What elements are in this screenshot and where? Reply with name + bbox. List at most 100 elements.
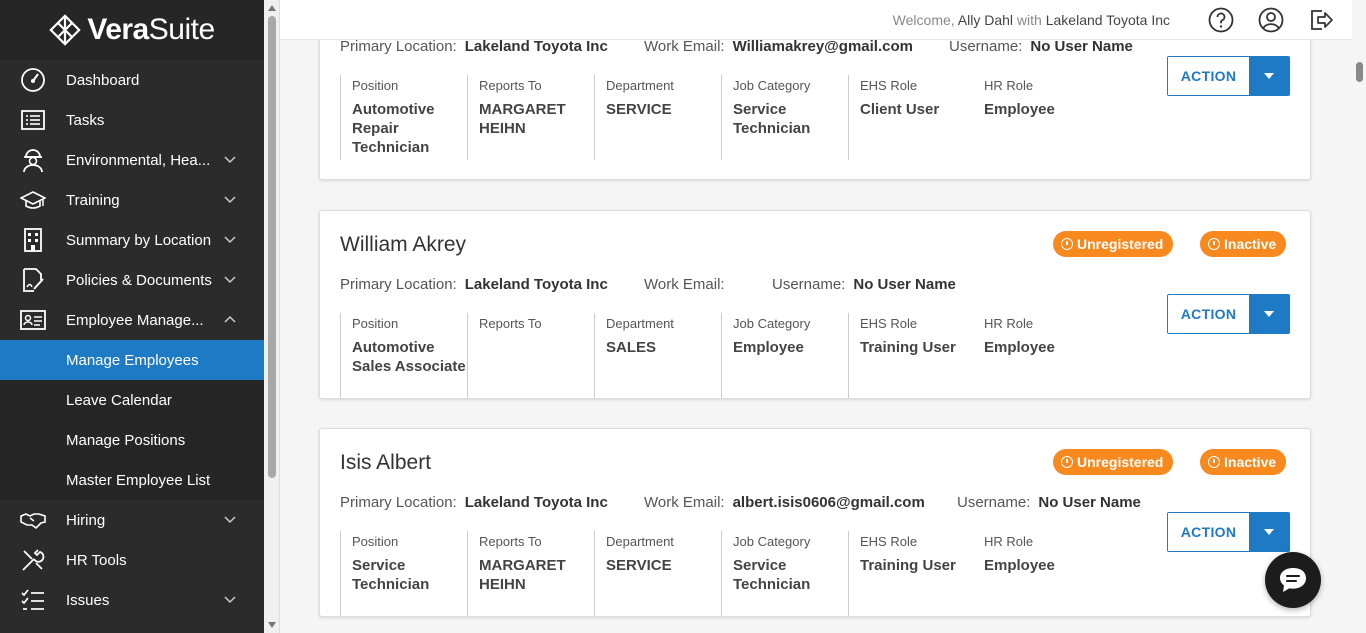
sidebar-item-hiring[interactable]: Hiring bbox=[0, 500, 264, 540]
sidebar-item-label: Hiring bbox=[66, 511, 106, 529]
caret-down-icon bbox=[1264, 529, 1274, 535]
brand-name: VeraSuite bbox=[87, 13, 215, 46]
department-value: SERVICE bbox=[606, 101, 672, 118]
status-badge-inactive: Inactive bbox=[1200, 231, 1287, 257]
top-header: Welcome, Ally Dahl with Lakeland Toyota … bbox=[280, 0, 1352, 40]
employee-info-row: Primary Location: Lakeland Toyota Inc Work… bbox=[340, 276, 956, 293]
sidebar-item-hr-tools[interactable]: HR Tools bbox=[0, 540, 264, 580]
graduation-cap-icon bbox=[20, 187, 46, 213]
info-icon bbox=[1208, 238, 1220, 250]
department-value: SERVICE bbox=[606, 557, 672, 574]
status-badge-inactive: Inactive bbox=[1200, 449, 1287, 475]
sidebar-item-training[interactable]: Training bbox=[0, 180, 264, 220]
action-button[interactable]: ACTION bbox=[1167, 294, 1290, 334]
hr-role-value: Employee bbox=[984, 339, 1055, 356]
sidebar-item-issues[interactable]: Issues bbox=[0, 580, 264, 620]
hr-role-value: Employee bbox=[984, 101, 1055, 118]
chevron-down-icon bbox=[224, 516, 236, 524]
welcome-text: Welcome, Ally Dahl with Lakeland Toyota … bbox=[892, 11, 1170, 28]
sidebar-item-label: Policies & Documents bbox=[66, 271, 212, 289]
chevron-down-icon bbox=[224, 156, 236, 164]
status-badge-unregistered: Unregistered bbox=[1053, 231, 1174, 257]
action-dropdown-toggle[interactable] bbox=[1249, 513, 1289, 551]
document-pen-icon bbox=[20, 267, 46, 293]
ehs-role-value: Training User bbox=[860, 557, 956, 574]
sidebar-subitem-leave-calendar[interactable]: Leave Calendar bbox=[0, 380, 264, 420]
sidebar-item-label: Summary by Location bbox=[66, 231, 212, 249]
caret-down-icon bbox=[1264, 73, 1274, 79]
reports-to-value: MARGARET HEIHN bbox=[479, 557, 566, 593]
user-profile-icon[interactable] bbox=[1258, 7, 1284, 33]
employee-details: Position Automotive Repair Technician Rep… bbox=[340, 75, 1102, 160]
hr-role-value: Employee bbox=[984, 557, 1055, 574]
sidebar-subitem-master-employee-list[interactable]: Master Employee List bbox=[0, 460, 264, 500]
sidebar-item-tasks[interactable]: Tasks bbox=[0, 100, 264, 140]
sidebar-subitem-manage-employees[interactable]: Manage Employees bbox=[0, 340, 264, 380]
help-icon[interactable] bbox=[1208, 7, 1234, 33]
scroll-up-arrow-icon[interactable] bbox=[268, 5, 276, 11]
department-value: SALES bbox=[606, 339, 657, 356]
logout-icon[interactable] bbox=[1308, 7, 1334, 33]
sidebar-item-summary-by-location[interactable]: Summary by Location bbox=[0, 220, 264, 260]
main-scrollbar[interactable] bbox=[1352, 0, 1366, 633]
main-scroll-thumb[interactable] bbox=[1356, 62, 1363, 82]
brand-logo[interactable]: VeraSuite bbox=[0, 0, 264, 60]
work-email-value: albert.isis0606@gmail.com bbox=[732, 494, 925, 511]
tasks-list-icon bbox=[20, 107, 46, 133]
sidebar-subitem-manage-positions[interactable]: Manage Positions bbox=[0, 420, 264, 460]
position-value: Automotive Repair Technician bbox=[352, 101, 435, 156]
chevron-down-icon bbox=[224, 236, 236, 244]
handshake-icon bbox=[20, 507, 46, 533]
reports-to-value: MARGARET HEIHN bbox=[479, 101, 566, 137]
status-badge-unregistered: Unregistered bbox=[1053, 449, 1174, 475]
sidebar-item-dashboard[interactable]: Dashboard bbox=[0, 60, 264, 100]
sidebar-item-label: Training bbox=[66, 191, 120, 209]
ehs-role-value: Training User bbox=[860, 339, 956, 356]
chat-button[interactable] bbox=[1265, 552, 1321, 608]
employee-details: Position Automotive Sales Associate Repor… bbox=[340, 313, 1102, 398]
building-icon bbox=[20, 227, 46, 253]
action-dropdown-toggle[interactable] bbox=[1249, 57, 1289, 95]
caret-down-icon bbox=[1264, 311, 1274, 317]
sidebar-item-label: HR Tools bbox=[66, 551, 127, 569]
dashboard-gauge-icon bbox=[20, 67, 46, 93]
employee-info-row: Primary Location: Lakeland Toyota Inc Work… bbox=[340, 38, 1133, 55]
verasuite-logo-icon bbox=[49, 14, 82, 46]
sidebar-item-environmental[interactable]: Environmental, Hea... bbox=[0, 140, 264, 180]
chat-bubble-icon bbox=[1280, 568, 1306, 592]
sidebar-item-policies-documents[interactable]: Policies & Documents bbox=[0, 260, 264, 300]
info-icon bbox=[1061, 238, 1073, 250]
tools-icon bbox=[20, 547, 46, 573]
username-value: No User Name bbox=[853, 276, 956, 293]
employee-name[interactable]: Isis Albert bbox=[340, 451, 431, 475]
work-email-value: Williamakrey@gmail.com bbox=[732, 38, 913, 55]
employee-card: William Akrey Unregistered Inactive Prim… bbox=[319, 210, 1311, 399]
primary-location-value: Lakeland Toyota Inc bbox=[464, 494, 608, 511]
position-value: Automotive Sales Associate bbox=[352, 339, 466, 375]
sidebar-item-label: Dashboard bbox=[66, 71, 140, 89]
chevron-down-icon bbox=[224, 596, 236, 604]
sidebar: VeraSuite Dashboard Tasks Environmental,… bbox=[0, 0, 264, 633]
primary-location-value: Lakeland Toyota Inc bbox=[464, 276, 608, 293]
sidebar-item-label: Tasks bbox=[66, 111, 105, 129]
action-button[interactable]: ACTION bbox=[1167, 512, 1290, 552]
id-card-icon bbox=[20, 307, 46, 333]
scroll-down-arrow-icon[interactable] bbox=[268, 622, 276, 628]
employee-name[interactable]: William Akrey bbox=[340, 233, 466, 257]
chevron-down-icon bbox=[224, 196, 236, 204]
username-value: No User Name bbox=[1030, 38, 1133, 55]
sidebar-item-label: Issues bbox=[66, 591, 110, 609]
username-value: No User Name bbox=[1038, 494, 1141, 511]
user-name: Ally Dahl bbox=[957, 11, 1014, 28]
sidebar-item-employee-management[interactable]: Employee Manage... bbox=[0, 300, 264, 340]
chevron-up-icon bbox=[224, 315, 236, 323]
sidebar-scroll-thumb[interactable] bbox=[268, 16, 276, 478]
sidebar-item-label: Environmental, Hea... bbox=[66, 151, 211, 169]
company-name: Lakeland Toyota Inc bbox=[1045, 11, 1170, 28]
info-icon bbox=[1061, 456, 1073, 468]
employee-card: Isis Albert Unregistered Inactive Primar… bbox=[319, 428, 1311, 617]
sidebar-scrollbar[interactable] bbox=[264, 0, 280, 633]
checklist-icon bbox=[20, 587, 46, 613]
action-button[interactable]: ACTION bbox=[1167, 56, 1290, 96]
action-dropdown-toggle[interactable] bbox=[1249, 295, 1289, 333]
